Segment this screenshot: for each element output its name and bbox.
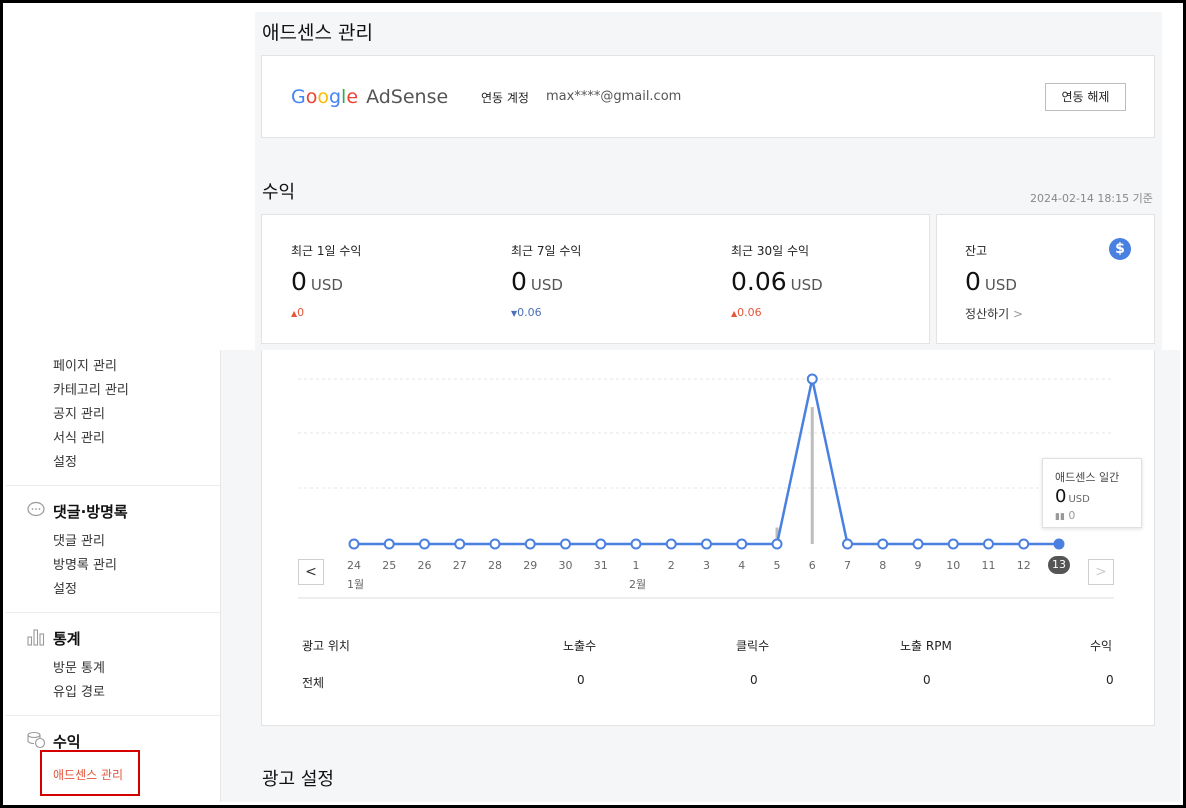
chart-point[interactable] xyxy=(595,538,607,550)
chart-x-tick-label: 12 xyxy=(1016,559,1031,572)
chart-x-tick-label: 3 xyxy=(703,559,710,572)
highlight-annotation-box xyxy=(40,750,140,796)
chart-x-tick-label: 9 xyxy=(914,559,922,572)
tooltip-sub: ▮▮ 0 xyxy=(1055,509,1076,522)
sidebar-item-guestbook[interactable]: 방명록 관리 xyxy=(53,554,117,573)
chart-point[interactable] xyxy=(842,538,853,550)
table-row-label: 전체 xyxy=(302,676,325,690)
sidebar-section-revenue[interactable]: 수익 xyxy=(53,731,81,752)
col-header-impressions: 노출수 xyxy=(563,639,597,653)
chart-x-tick-label: 31 xyxy=(593,559,608,572)
chart-point[interactable] xyxy=(983,538,994,550)
sidebar-section-stats[interactable]: 통계 xyxy=(53,628,81,649)
chart-point[interactable] xyxy=(771,538,783,550)
sidebar-item-notices[interactable]: 공지 관리 xyxy=(53,403,105,422)
chart-point[interactable] xyxy=(1053,538,1065,550)
chevron-left-icon: < xyxy=(305,564,317,580)
chart-x-tick-label: 11 xyxy=(981,559,996,572)
chart-bar xyxy=(810,407,814,544)
chart-tooltip: 애드센스 일간 0 USD ▮▮ 0 xyxy=(1042,458,1142,528)
chart-point[interactable] xyxy=(524,538,536,550)
chart-series-line xyxy=(354,378,1059,546)
tooltip-value: 0 USD xyxy=(1055,486,1090,507)
chart-point[interactable] xyxy=(1018,538,1030,550)
sidebar-item-pages[interactable]: 페이지 관리 xyxy=(53,355,117,374)
col-header-revenue: 수익 xyxy=(1090,639,1113,653)
chart-point[interactable] xyxy=(912,538,924,550)
chart-x-tick-label: 6 xyxy=(808,559,816,572)
chart-point[interactable] xyxy=(736,538,748,550)
table-cell-impressions: 0 xyxy=(577,673,585,687)
coins-icon xyxy=(27,731,46,749)
chart-x-tick-label: 29 xyxy=(523,559,538,572)
sidebar-item-comment-settings[interactable]: 설정 xyxy=(53,578,77,597)
sidebar-divider xyxy=(6,612,220,613)
bar-chart-icon xyxy=(27,629,45,646)
tooltip-title: 애드센스 일간 xyxy=(1055,471,1120,484)
chart-x-tick-label: 28 xyxy=(488,559,502,572)
mini-bar-icon: ▮▮ xyxy=(1055,512,1065,522)
chart-point[interactable] xyxy=(383,538,395,550)
chart-x-tick-label: 7 xyxy=(844,559,851,572)
chart-point[interactable] xyxy=(560,538,571,550)
table-cell-revenue: 0 xyxy=(1106,673,1114,687)
chart-x-tick-label: 25 xyxy=(382,559,397,572)
chart-x-tick-label: 27 xyxy=(452,559,467,572)
chart-point[interactable] xyxy=(454,538,466,550)
sidebar-section-comments[interactable]: 댓글·방명록 xyxy=(53,501,128,522)
chart-x-tick-label: 10 xyxy=(946,559,961,572)
chart-x-tick-label: 4 xyxy=(738,559,746,572)
chart-point[interactable] xyxy=(947,538,959,550)
chart-x-tick-label: 5 xyxy=(773,559,781,572)
chart-month-label: 2월 xyxy=(629,578,647,591)
chart-point[interactable] xyxy=(348,538,360,550)
col-header-clicks: 클릭수 xyxy=(736,639,770,653)
sidebar-divider xyxy=(6,715,220,716)
chart-point[interactable] xyxy=(701,538,712,550)
table-cell-clicks: 0 xyxy=(750,673,758,687)
chat-bubble-icon xyxy=(27,501,45,517)
sidebar-item-templates[interactable]: 서식 관리 xyxy=(53,427,105,446)
chart-x-tick-label: 8 xyxy=(879,559,887,572)
chart-point[interactable] xyxy=(877,538,889,550)
sidebar-item-referrers[interactable]: 유입 경로 xyxy=(53,681,105,700)
sidebar: 페이지 관리 카테고리 관리 공지 관리 서식 관리 설정 댓글·방명록 댓글 … xyxy=(6,350,221,802)
chart-x-tick-label: 26 xyxy=(417,559,432,572)
chart-point[interactable] xyxy=(419,538,430,550)
sidebar-item-settings[interactable]: 설정 xyxy=(53,451,77,470)
col-header-rpm: 노출 RPM xyxy=(900,639,952,653)
chevron-right-icon: > xyxy=(1095,564,1107,580)
sidebar-item-visit-stats[interactable]: 방문 통계 xyxy=(53,657,105,676)
table-cell-rpm: 0 xyxy=(923,673,931,687)
chart-x-tick-label: 30 xyxy=(558,559,573,572)
chart-point[interactable] xyxy=(489,538,501,550)
chart-x-tick-label: 13 xyxy=(1048,556,1070,574)
chart-x-tick-label: 1 xyxy=(632,559,640,572)
chart-x-tick-label: 2 xyxy=(667,559,675,572)
chart-point[interactable] xyxy=(665,538,677,550)
chart-x-tick-label: 24 xyxy=(347,559,361,572)
col-header-ad-position: 광고 위치 xyxy=(302,639,350,653)
chart-point[interactable] xyxy=(806,373,818,385)
sidebar-divider xyxy=(6,485,220,486)
chart-point[interactable] xyxy=(630,538,642,550)
sidebar-item-categories[interactable]: 카테고리 관리 xyxy=(53,379,129,398)
chart-next-button[interactable]: > xyxy=(1088,559,1114,585)
sidebar-item-comments[interactable]: 댓글 관리 xyxy=(53,530,105,549)
chart-prev-button[interactable]: < xyxy=(298,559,324,585)
ad-settings-title: 광고 설정 xyxy=(262,769,334,790)
chart-month-label: 1월 xyxy=(347,578,365,591)
